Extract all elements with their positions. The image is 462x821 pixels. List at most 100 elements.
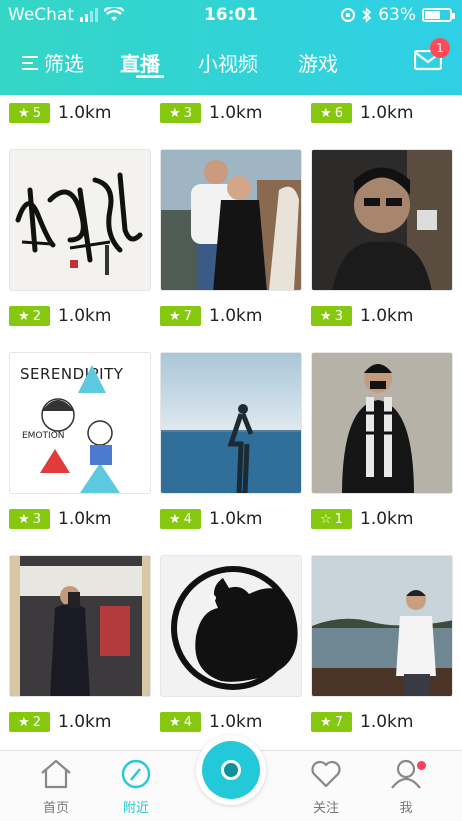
bluetooth-icon: [362, 7, 372, 23]
star-count: 4: [183, 714, 192, 730]
user-thumbnail-mirror-selfie[interactable]: [9, 555, 151, 697]
star-icon: ★: [169, 511, 181, 527]
tab-home-label: 首页: [42, 801, 69, 816]
star-badge: ☆ 1: [311, 509, 352, 529]
tab-games[interactable]: 游戏: [298, 48, 338, 77]
squirrel-logo-image: [171, 566, 298, 690]
filter-icon: [22, 54, 38, 72]
distance-text: 1.0km: [209, 509, 263, 529]
star-count: 6: [334, 105, 343, 121]
star-badge: ★ 6: [311, 103, 352, 123]
user-card-info[interactable]: ★ 4 1.0km: [160, 509, 262, 529]
couple-photo: [161, 150, 301, 290]
nearby-grid: ★ 5 1.0km ★ 3 1.0km ★ 6 1.0km ★ 2 1.0km …: [0, 95, 462, 750]
user-card-info[interactable]: ★ 2 1.0km: [9, 306, 111, 326]
distance-text: 1.0km: [58, 306, 112, 326]
user-card-info[interactable]: ★ 5 1.0km: [9, 103, 111, 123]
star-badge: ★ 2: [9, 712, 50, 732]
distance-row: ★ 5 1.0km ★ 3 1.0km ★ 6 1.0km: [0, 103, 462, 127]
star-icon: ★: [18, 105, 30, 121]
user-thumbnail-calligraphy[interactable]: [9, 149, 151, 291]
distance-row: ★ 3 1.0km ★ 4 1.0km ☆ 1 1.0km: [0, 509, 462, 533]
tab-nearby-label: 附近: [122, 801, 149, 816]
user-thumbnail-sea-silhouette[interactable]: [160, 352, 302, 494]
battery-percent: 63%: [378, 5, 416, 25]
user-card-info[interactable]: ☆ 1 1.0km: [311, 509, 413, 529]
user-card-info[interactable]: ★ 3 1.0km: [311, 306, 413, 326]
distance-text: 1.0km: [209, 712, 263, 732]
user-thumbnail-couple[interactable]: [160, 149, 302, 291]
user-card-info[interactable]: ★ 6 1.0km: [311, 103, 413, 123]
lake-man-photo: [312, 556, 452, 696]
battery-fill: [425, 11, 440, 19]
tab-active-indicator: [136, 75, 164, 78]
distance-text: 1.0km: [360, 712, 414, 732]
filter-button[interactable]: 筛选: [22, 48, 84, 77]
tab-short-video[interactable]: 小视频: [198, 48, 258, 77]
glasses-man-photo: [312, 150, 452, 290]
star-icon: ★: [320, 308, 332, 324]
messages-button[interactable]: 1: [414, 38, 450, 71]
tab-nearby[interactable]: 附近: [106, 759, 166, 816]
distance-text: 1.0km: [58, 509, 112, 529]
user-card-info[interactable]: ★ 7 1.0km: [160, 306, 262, 326]
user-thumbnail-serendipity[interactable]: SERENDIPITY EMOTION: [9, 352, 151, 494]
star-icon: ★: [169, 714, 181, 730]
star-icon: ★: [169, 105, 181, 121]
distance-text: 1.0km: [58, 103, 112, 123]
star-badge: ★ 7: [311, 712, 352, 732]
star-badge: ★ 3: [311, 306, 352, 326]
star-count: 5: [32, 105, 41, 121]
sea-silhouette-photo: [161, 353, 301, 493]
user-card-info[interactable]: ★ 7 1.0km: [311, 712, 413, 732]
star-icon: ★: [18, 714, 30, 730]
tab-home[interactable]: 首页: [26, 759, 86, 816]
record-icon: [221, 760, 241, 780]
star-badge: ★ 3: [9, 509, 50, 529]
star-badge: ★ 2: [9, 306, 50, 326]
rotation-lock-icon: [341, 8, 356, 22]
top-nav: 筛选 直播 小视频 游戏 1: [0, 38, 462, 88]
tab-me[interactable]: 我: [376, 759, 436, 816]
user-card-info[interactable]: ★ 4 1.0km: [160, 712, 262, 732]
tab-live[interactable]: 直播: [120, 48, 160, 77]
star-count: 3: [183, 105, 192, 121]
scarf-man-photo: [312, 353, 452, 493]
distance-text: 1.0km: [360, 306, 414, 326]
user-thumbnail-lake-man[interactable]: [311, 555, 453, 697]
star-count: 4: [183, 511, 192, 527]
star-icon: ★: [18, 511, 30, 527]
tab-follow[interactable]: 关注: [296, 759, 356, 816]
star-icon: ★: [18, 308, 30, 324]
star-outline-icon: ☆: [320, 511, 332, 527]
user-thumbnail-squirrel-logo[interactable]: [160, 555, 302, 697]
user-thumbnail-scarf-man[interactable]: [311, 352, 453, 494]
user-thumbnail-glasses-man[interactable]: [311, 149, 453, 291]
user-card-info[interactable]: ★ 2 1.0km: [9, 712, 111, 732]
star-badge: ★ 7: [160, 306, 201, 326]
distance-row: ★ 2 1.0km ★ 7 1.0km ★ 3 1.0km: [0, 306, 462, 330]
star-badge: ★ 4: [160, 509, 201, 529]
top-header: WeChat 16:01 63% 筛选 直播 小视频 游戏 1: [0, 0, 462, 95]
status-right: 63%: [340, 5, 455, 25]
distance-row: ★ 2 1.0km ★ 4 1.0km ★ 7 1.0km: [0, 712, 462, 736]
distance-text: 1.0km: [58, 712, 112, 732]
bottom-tab-bar: 首页 附近 关注 我: [0, 735, 462, 821]
star-count: 2: [32, 308, 41, 324]
live-center-button[interactable]: [196, 735, 266, 805]
cartoon-illustration: [40, 365, 120, 493]
tab-me-label: 我: [399, 801, 413, 816]
star-badge: ★ 5: [9, 103, 50, 123]
star-badge: ★ 3: [160, 103, 201, 123]
star-count: 7: [183, 308, 192, 324]
star-badge: ★ 4: [160, 712, 201, 732]
filter-label: 筛选: [44, 52, 84, 76]
notification-dot: [417, 761, 426, 770]
user-card-info[interactable]: ★ 3 1.0km: [9, 509, 111, 529]
star-icon: ★: [320, 714, 332, 730]
tab-follow-label: 关注: [312, 801, 339, 816]
star-count: 2: [32, 714, 41, 730]
user-card-info[interactable]: ★ 3 1.0km: [160, 103, 262, 123]
battery-icon: [422, 8, 455, 22]
star-count: 1: [334, 511, 343, 527]
